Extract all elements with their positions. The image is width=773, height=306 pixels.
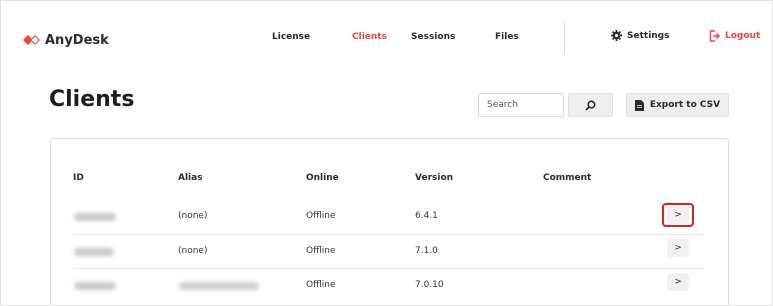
chevron-right-icon: > xyxy=(674,277,682,287)
column-header-version[interactable]: Version xyxy=(415,173,453,183)
client-version: 6.4.1 xyxy=(415,211,438,221)
nav-files[interactable]: Files xyxy=(495,32,519,42)
column-header-comment[interactable]: Comment xyxy=(543,173,591,183)
nav-clients[interactable]: Clients xyxy=(352,32,387,42)
client-alias-redacted xyxy=(179,282,259,290)
row-divider xyxy=(73,234,705,235)
nav-sessions[interactable]: Sessions xyxy=(411,32,455,42)
search-input[interactable] xyxy=(478,93,564,117)
client-id-redacted xyxy=(74,248,114,256)
column-header-alias[interactable]: Alias xyxy=(178,173,203,183)
settings-label: Settings xyxy=(627,30,670,41)
anydesk-logo-icon xyxy=(23,35,40,45)
logout-icon xyxy=(709,30,720,42)
client-alias: (none) xyxy=(178,246,208,256)
anydesk-logo[interactable]: AnyDesk xyxy=(23,30,109,50)
client-online-status: Offline xyxy=(306,280,336,290)
nav-license[interactable]: License xyxy=(272,32,310,42)
client-version: 7.0.10 xyxy=(415,280,444,290)
logout-label: Logout xyxy=(725,31,761,41)
client-version: 7.1.0 xyxy=(415,246,438,256)
open-client-button[interactable]: > xyxy=(667,239,689,257)
settings-link[interactable]: Settings xyxy=(611,30,669,41)
page-title: Clients xyxy=(49,87,135,112)
column-header-online[interactable]: Online xyxy=(306,173,339,183)
gear-icon xyxy=(611,30,622,41)
client-alias: (none) xyxy=(178,211,208,221)
client-online-status: Offline xyxy=(306,246,336,256)
brand-name: AnyDesk xyxy=(45,32,109,48)
clients-table xyxy=(50,138,729,305)
document-icon xyxy=(634,99,644,111)
top-bar: AnyDesk License Clients Sessions Files S… xyxy=(1,1,772,77)
nav-divider xyxy=(564,21,565,53)
logout-link[interactable]: Logout xyxy=(709,30,760,42)
search-icon xyxy=(585,100,596,111)
open-client-button[interactable]: > xyxy=(667,273,689,291)
client-online-status: Offline xyxy=(306,211,336,221)
search-button[interactable] xyxy=(568,93,613,117)
chevron-right-icon: > xyxy=(674,210,682,220)
export-csv-label: Export to CSV xyxy=(649,100,721,110)
client-id-redacted xyxy=(74,213,116,221)
export-csv-button[interactable]: Export to CSV xyxy=(626,93,729,117)
chevron-right-icon: > xyxy=(674,243,682,253)
row-divider xyxy=(73,268,705,269)
app-window: AnyDesk License Clients Sessions Files S… xyxy=(0,0,773,306)
column-header-id[interactable]: ID xyxy=(73,173,84,183)
open-client-button[interactable]: > xyxy=(667,206,689,224)
client-id-redacted xyxy=(74,282,116,290)
